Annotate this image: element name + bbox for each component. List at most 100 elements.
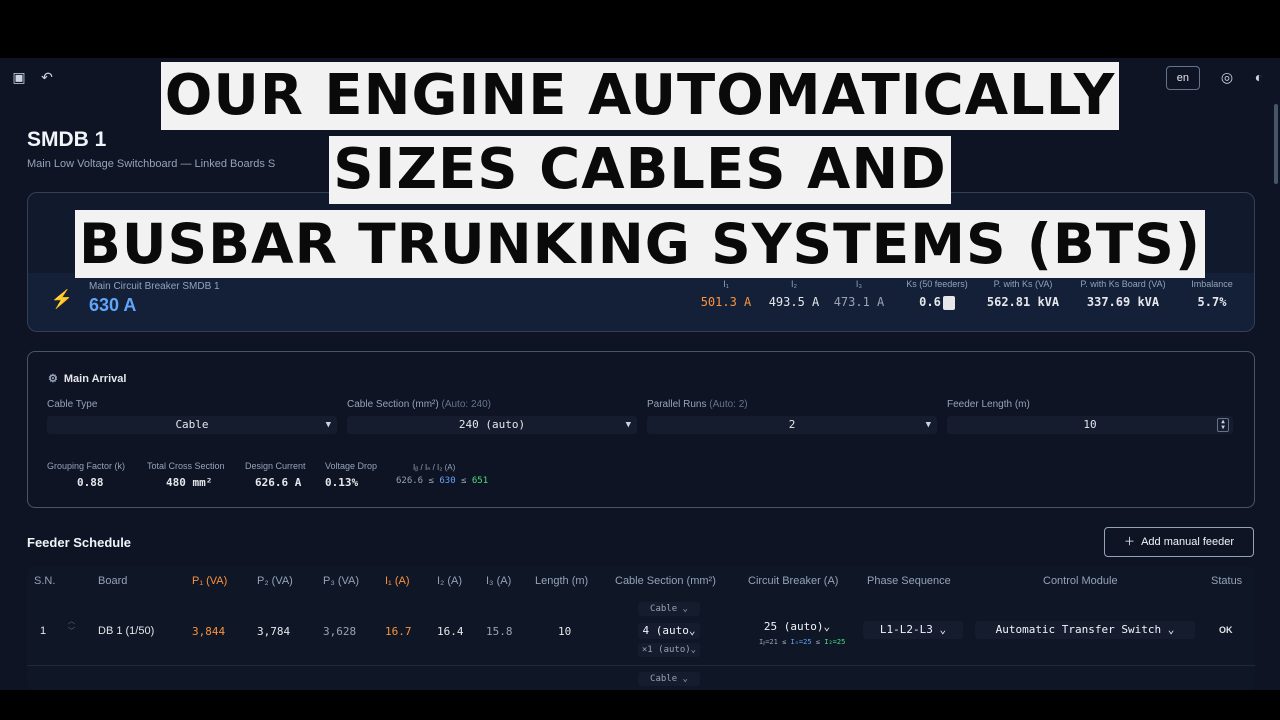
col-header: Phase Sequence (867, 575, 951, 587)
reorder-arrows-icon[interactable]: ︿ ﹀ (68, 617, 75, 637)
cable-kind-select[interactable]: Cable ⌄ (638, 602, 700, 616)
phase-sequence-select[interactable]: L1-L2-L3 ⌄ (863, 621, 963, 639)
add-manual-feeder-button[interactable]: ＋ Add manual feeder (1104, 527, 1254, 557)
cell-i1: 16.7 (385, 625, 412, 638)
language-button[interactable]: en (1165, 66, 1200, 90)
chevron-down-icon: ▼ (325, 420, 331, 430)
main-arrival-card: ⚙ Main Arrival Cable Type Cable ▼ Cable Se… (27, 351, 1255, 508)
stat-i2: I₂ 493.5 A (764, 279, 824, 309)
current-range-label: Iᵦ / Iₙ / I₂ (A) (413, 463, 456, 472)
parallel-runs-select[interactable]: 2 ▼ (647, 416, 937, 434)
stat-p-ks: P. with Ks (VA) 562.81 kVA (984, 279, 1062, 309)
stat-label: P. with Ks (VA) (993, 279, 1053, 289)
col-header: Cable Section (mm²) (615, 575, 716, 587)
lightning-icon: ⚡ (50, 289, 74, 309)
stat-i1: I₁ 501.3 A (696, 279, 756, 309)
control-module-select[interactable]: Automatic Transfer Switch ⌄ (975, 621, 1195, 639)
summary-card: ⚡ Main Circuit Breaker SMDB 1 630 A I₁ 5… (27, 192, 1255, 332)
stat-label: I₂ (791, 279, 797, 289)
cell-i2: 16.4 (437, 625, 464, 638)
row-divider (27, 665, 1255, 666)
globe-icon[interactable]: ◎ (1218, 68, 1236, 86)
scrollbar[interactable] (1274, 104, 1278, 184)
col-header: Circuit Breaker (A) (748, 575, 839, 587)
status-badge: OK (1219, 625, 1233, 635)
stat-value: 493.5 A (768, 295, 820, 309)
cell-p2: 3,784 (257, 625, 291, 638)
breaker-select[interactable]: 25 (auto)⌄ (759, 619, 835, 635)
stat-label: Imbalance (1191, 279, 1233, 289)
col-header: I₃ (A) (486, 575, 512, 587)
stat-label: P. with Ks Board (VA) (1080, 279, 1166, 289)
ks-input[interactable]: 0.6 (898, 295, 976, 310)
cable-section-select[interactable]: 4 (auto⌄ (638, 623, 700, 639)
cell-length[interactable]: 10 (558, 625, 571, 638)
stat-label: I₃ (855, 279, 863, 289)
col-header: P₁ (VA) (192, 575, 228, 587)
stat-value: 562.81 kVA (986, 295, 1060, 309)
feeder-length-label: Feeder Length (m) (947, 399, 1030, 410)
stat-value: 501.3 A (700, 295, 752, 309)
sidebar-icon[interactable]: ▣ (10, 68, 28, 86)
breaker-detail: Iᵦ=21 ≤ Iₙ=25 ≤ I₂=25 (759, 638, 846, 646)
col-header: I₁ (A) (385, 575, 410, 587)
chevron-down-icon: ▼ (925, 420, 931, 430)
stat-imbalance: Imbalance 5.7% (1182, 279, 1242, 309)
col-header: I₂ (A) (437, 575, 463, 587)
app-window: ▣ ↶ en ◎ ◐ SMDB 1 Main Low Voltage Switc… (0, 58, 1280, 690)
stat-value: 473.1 A (833, 295, 885, 309)
design-current-value: 626.6 A (255, 476, 302, 489)
cell-board[interactable]: DB 1 (1/50) (98, 625, 154, 637)
stat-value: 5.7% (1197, 295, 1227, 309)
chevron-down-icon: ▼ (625, 420, 631, 430)
cell-p1: 3,844 (192, 625, 226, 638)
stat-value: 337.69 kVA (1086, 295, 1160, 309)
undo-icon[interactable]: ↶ (38, 68, 56, 86)
cell-p3: 3,628 (323, 625, 357, 638)
feeder-schedule-title: Feeder Schedule (27, 535, 132, 550)
col-header: P₃ (VA) (323, 575, 360, 587)
top-toolbar: ▣ ↶ en ◎ ◐ (0, 58, 1280, 98)
cable-section-label: Cable Section (mm²) (Auto: 240) (347, 399, 491, 410)
cell-sn: 1 (40, 625, 47, 637)
voltage-drop-label: Voltage Drop (325, 461, 378, 471)
cable-section-select[interactable]: 240 (auto) ▼ (347, 416, 637, 434)
page-subtitle: Main Low Voltage Switchboard — Linked Bo… (27, 158, 276, 170)
grouping-value: 0.88 (77, 476, 104, 489)
feeder-table: S.N. Board P₁ (VA) P₂ (VA) P₃ (VA) I₁ (A… (27, 567, 1255, 690)
stepper-icon[interactable]: ▲ ▼ (1217, 418, 1229, 432)
theme-icon[interactable]: ◐ (1250, 68, 1268, 86)
cable-kind-select[interactable]: Cable ⌄ (638, 672, 700, 686)
col-header: Length (m) (535, 575, 589, 587)
col-header: Control Module (1043, 575, 1118, 587)
ks-stepper-icon[interactable] (942, 295, 955, 310)
stat-label: I₁ (723, 279, 729, 289)
cable-type-select[interactable]: Cable ▼ (47, 416, 337, 434)
settings-icon: ⚙ (48, 373, 58, 385)
feeder-length-input[interactable]: 10 ▲ ▼ (947, 416, 1233, 434)
stat-p-ks-board: P. with Ks Board (VA) 337.69 kVA (1068, 279, 1178, 309)
design-current-label: Design Current (245, 461, 306, 471)
main-breaker-panel: ⚡ Main Circuit Breaker SMDB 1 630 A I₁ 5… (28, 273, 1254, 331)
cable-type-label: Cable Type (47, 399, 98, 410)
runs-select[interactable]: ×1 (auto)⌄ (638, 643, 700, 657)
col-header: S.N. (34, 575, 56, 587)
col-header: P₂ (VA) (257, 575, 293, 587)
ks-value: 0.6 (919, 295, 941, 309)
parallel-runs-label: Parallel Runs (Auto: 2) (647, 399, 748, 410)
cross-section-value: 480 mm² (166, 476, 213, 489)
col-header: Status (1211, 575, 1243, 587)
col-header: Board (98, 575, 128, 587)
main-breaker-label: Main Circuit Breaker SMDB 1 (89, 281, 220, 292)
stat-i3: I₃ 473.1 A (829, 279, 889, 309)
stat-label: Ks (50 feeders) (906, 279, 968, 289)
stat-ks: Ks (50 feeders) 0.6 (898, 279, 976, 310)
page-title: SMDB 1 (27, 128, 107, 151)
cross-section-label: Total Cross Section (147, 461, 225, 471)
plus-icon: ＋ (1123, 536, 1135, 548)
main-breaker-value: 630 A (89, 295, 137, 315)
current-range-values: 626.6 ≤ 630 ≤ 651 (396, 476, 489, 486)
grouping-label: Grouping Factor (k) (47, 461, 126, 471)
cell-i3: 15.8 (486, 625, 513, 638)
voltage-drop-value: 0.13% (325, 476, 359, 489)
